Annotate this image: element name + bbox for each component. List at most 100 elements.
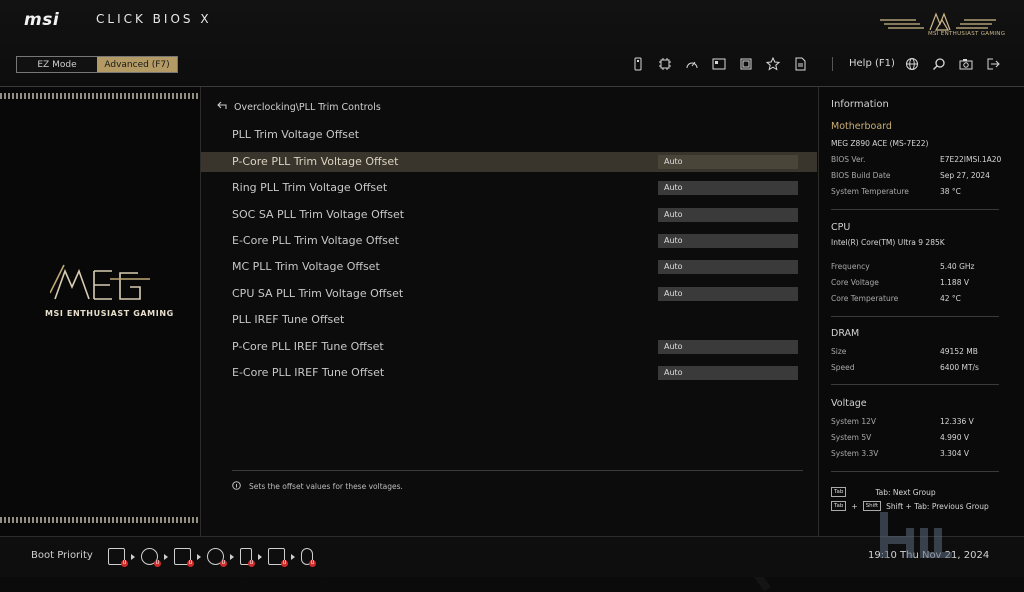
utility-icons (904, 56, 1000, 71)
section-divider (831, 316, 999, 317)
cpu-icon[interactable] (657, 56, 672, 71)
setting-value-dropdown[interactable]: Auto (658, 366, 798, 380)
bios-date-row: BIOS Build Date Sep 27, 2024 (831, 171, 990, 180)
document-icon[interactable] (792, 56, 807, 71)
globe-icon[interactable] (904, 56, 919, 71)
arrow-icon (131, 553, 135, 560)
bios-version-row: BIOS Ver. E7E22IMSI.1A20 (831, 155, 1002, 164)
back-arrow-icon[interactable] (217, 101, 228, 113)
setting-label: E-Core PLL IREF Tune Offset (232, 366, 385, 379)
boot-device-usb-icon[interactable]: U (108, 548, 128, 567)
camera-icon[interactable] (958, 56, 973, 71)
memory-icon[interactable] (738, 56, 753, 71)
help-button[interactable]: Help (F1) (849, 58, 895, 69)
breadcrumb-path: Overclocking\PLL Trim Controls (234, 101, 381, 113)
boot-device-usb-drive-icon[interactable]: U (240, 548, 255, 567)
setting-value-dropdown[interactable]: Auto (658, 155, 798, 169)
setting-label: Ring PLL Trim Voltage Offset (232, 181, 388, 194)
boot-device-network-icon[interactable]: U (268, 548, 288, 567)
breadcrumb[interactable]: Overclocking\PLL Trim Controls (217, 101, 381, 113)
bottom-bar: Boot Priority U U U U U U U 19:10 Thu No… (0, 536, 1024, 577)
advanced-mode-button[interactable]: Advanced (F7) (97, 57, 177, 72)
usb-icon[interactable] (630, 56, 645, 71)
voltage-12v-row: System 12V 12.336 V (831, 417, 974, 426)
boot-device-disc-icon[interactable]: U (141, 548, 161, 567)
exit-icon[interactable] (985, 56, 1000, 71)
search-icon[interactable] (931, 56, 946, 71)
app-title: CLICK BIOS X (96, 12, 212, 26)
gauge-icon[interactable] (684, 56, 699, 71)
voltage-heading: Voltage (831, 398, 867, 409)
setting-value-dropdown[interactable]: Auto (658, 181, 798, 195)
setting-label: MC PLL Trim Voltage Offset (232, 260, 380, 273)
boot-device-usb-icon[interactable]: U (174, 548, 194, 567)
setting-row-ring-pll-trim[interactable]: Ring PLL Trim Voltage Offset Auto (201, 178, 817, 198)
info-circle-icon (232, 481, 241, 492)
decor-pattern-bottom (0, 517, 200, 523)
setting-value-dropdown[interactable]: Auto (658, 340, 798, 354)
arrow-icon (230, 553, 234, 560)
tab-key: Tab (831, 487, 847, 497)
setting-label: P-Core PLL IREF Tune Offset (232, 340, 384, 353)
setting-row-pcore-pll-trim[interactable]: P-Core PLL Trim Voltage Offset Auto (201, 152, 817, 172)
setting-row-soc-sa-pll-trim[interactable]: SOC SA PLL Trim Voltage Offset Auto (201, 205, 817, 225)
arrow-icon (258, 553, 262, 560)
brand-caption: MSI ENTHUSIAST GAMING (45, 309, 174, 318)
toolbar-icons (630, 56, 807, 71)
help-text: Sets the offset values for these voltage… (249, 482, 403, 491)
arrow-icon (291, 553, 295, 560)
setting-row-mc-pll-trim[interactable]: MC PLL Trim Voltage Offset Auto (201, 257, 817, 277)
section-divider (831, 384, 999, 385)
dram-speed-row: Speed 6400 MT/s (831, 363, 979, 372)
boot-priority-label: Boot Priority (31, 550, 93, 561)
cpu-frequency-row: Frequency 5.40 GHz (831, 262, 975, 271)
board-icon[interactable] (711, 56, 726, 71)
msi-logo: msi (24, 10, 60, 30)
voltage-5v-row: System 5V 4.990 V (831, 433, 969, 442)
core-voltage-row: Core Voltage 1.188 V (831, 278, 969, 287)
motherboard-model: MEG Z890 ACE (MS-7E22) (831, 139, 929, 148)
setting-label: PLL Trim Voltage Offset (232, 128, 360, 141)
meg-caption: MSI ENTHUSIAST GAMING (928, 31, 1006, 37)
cpu-model: Intel(R) Core(TM) Ultra 9 285K (831, 238, 945, 247)
core-temp-row: Core Temperature 42 °C (831, 294, 961, 303)
setting-row-ecore-pll-trim[interactable]: E-Core PLL Trim Voltage Offset Auto (201, 231, 817, 251)
dram-heading: DRAM (831, 328, 860, 339)
info-title: Information (831, 99, 889, 110)
ez-mode-button[interactable]: EZ Mode (17, 57, 97, 72)
setting-label: P-Core PLL Trim Voltage Offset (232, 155, 399, 168)
arrow-icon (164, 553, 168, 560)
star-icon[interactable] (765, 56, 780, 71)
help-description: Sets the offset values for these voltage… (232, 481, 403, 492)
boot-device-disc-icon[interactable]: U (207, 548, 227, 567)
setting-row-ecore-pll-iref[interactable]: E-Core PLL IREF Tune Offset Auto (201, 363, 817, 383)
watermark-logo (880, 512, 952, 558)
setting-label: SOC SA PLL Trim Voltage Offset (232, 208, 405, 221)
setting-value-dropdown[interactable]: Auto (658, 287, 798, 301)
help-divider (232, 470, 803, 471)
meg-dragon-logo (50, 264, 150, 300)
setting-row-pcore-pll-iref[interactable]: P-Core PLL IREF Tune Offset Auto (201, 337, 817, 357)
tab-hint-text: Tab: Next Group (875, 487, 936, 497)
setting-row-pll-trim-header: PLL Trim Voltage Offset (201, 125, 817, 145)
boot-device-uefi-shell-icon[interactable]: U (301, 548, 316, 567)
dram-size-row: Size 49152 MB (831, 347, 978, 356)
setting-value-dropdown[interactable]: Auto (658, 234, 798, 248)
setting-label: CPU SA PLL Trim Voltage Offset (232, 287, 404, 300)
voltage-33v-row: System 3.3V 3.304 V (831, 449, 969, 458)
cpu-heading: CPU (831, 222, 851, 233)
setting-row-cpu-sa-pll-trim[interactable]: CPU SA PLL Trim Voltage Offset Auto (201, 284, 817, 304)
decor-pattern-top (0, 93, 200, 99)
section-divider (831, 471, 999, 472)
setting-value-dropdown[interactable]: Auto (658, 260, 798, 274)
boot-priority-sequence: U U U U U U U (108, 548, 316, 567)
setting-value-dropdown[interactable]: Auto (658, 208, 798, 222)
mode-switch[interactable]: EZ Mode Advanced (F7) (16, 56, 178, 73)
left-panel: MSI ENTHUSIAST GAMING (0, 87, 201, 536)
setting-label: E-Core PLL Trim Voltage Offset (232, 234, 399, 247)
setting-label: PLL IREF Tune Offset (232, 313, 345, 326)
system-temp-row: System Temperature 38 °C (831, 187, 961, 196)
tab-key-hint: Tab Tab: Next Group (831, 487, 936, 497)
motherboard-heading: Motherboard (831, 121, 892, 132)
information-panel: Information Motherboard MEG Z890 ACE (MS… (818, 87, 1024, 536)
